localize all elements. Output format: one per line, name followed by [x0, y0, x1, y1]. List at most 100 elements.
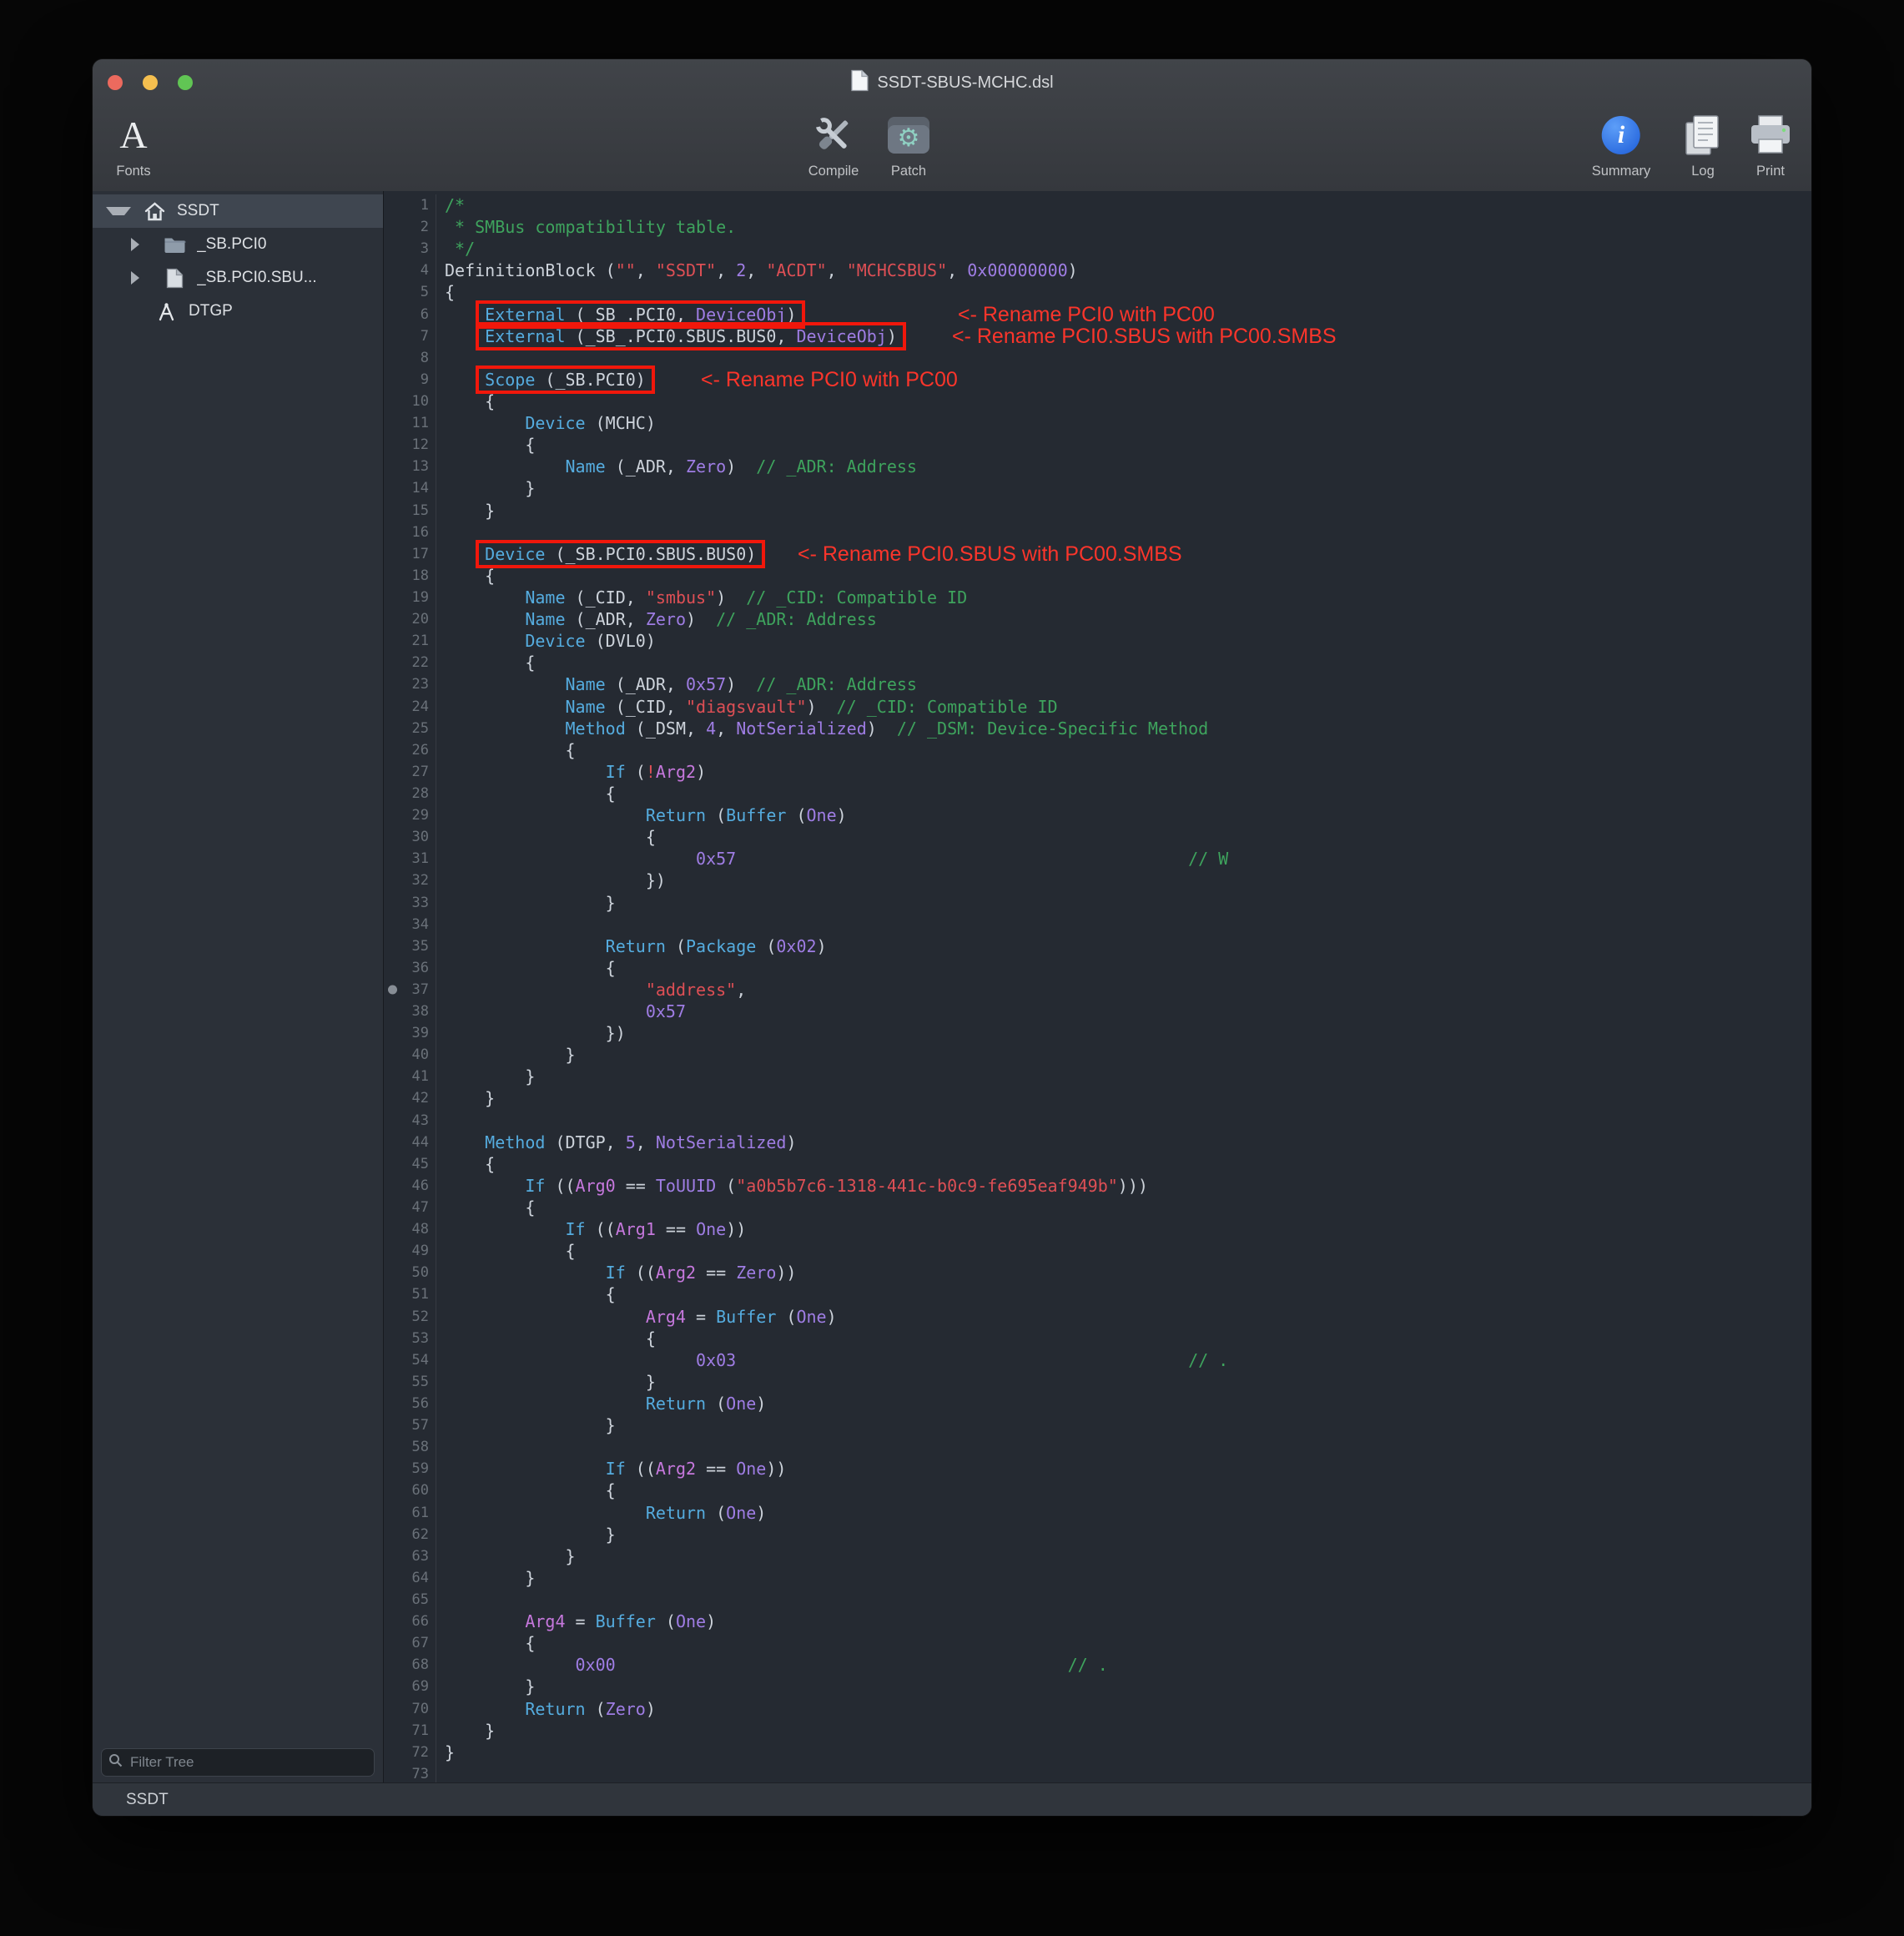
- code-text: Return (Buffer (One): [436, 804, 847, 826]
- line-number: 3: [384, 238, 436, 260]
- code-line[interactable]: 56 Return (One): [384, 1393, 1811, 1414]
- code-line[interactable]: 38 0x57: [384, 1001, 1811, 1022]
- line-number: 45: [384, 1153, 436, 1175]
- code-line[interactable]: 20 Name (_ADR, Zero) // _ADR: Address: [384, 608, 1811, 630]
- code-editor[interactable]: 1/*2 * SMBus compatibility table.3 */4De…: [384, 191, 1811, 1783]
- code-line[interactable]: 48 If ((Arg1 == One)): [384, 1218, 1811, 1240]
- code-line[interactable]: 14 }: [384, 477, 1811, 499]
- code-line[interactable]: 42 }: [384, 1087, 1811, 1109]
- code-line[interactable]: 31 0x57 // W: [384, 848, 1811, 870]
- sidebar-item-ssdt[interactable]: SSDT: [93, 194, 383, 228]
- code-line[interactable]: 11 Device (MCHC): [384, 412, 1811, 434]
- code-line[interactable]: 21 Device (DVL0): [384, 630, 1811, 652]
- sidebar-item-sb-pci0-sbu[interactable]: _SB.PCI0.SBU...: [93, 261, 383, 295]
- code-line[interactable]: 57 }: [384, 1414, 1811, 1436]
- sidebar-item-sb-pci0[interactable]: _SB.PCI0: [93, 228, 383, 261]
- code-line[interactable]: 40 }: [384, 1044, 1811, 1066]
- code-line[interactable]: 30 {: [384, 826, 1811, 848]
- code-line[interactable]: 28 {: [384, 783, 1811, 804]
- code-line[interactable]: 72}: [384, 1742, 1811, 1763]
- line-number: 23: [384, 673, 436, 695]
- code-line[interactable]: 50 If ((Arg2 == Zero)): [384, 1262, 1811, 1283]
- code-line[interactable]: 29 Return (Buffer (One): [384, 804, 1811, 826]
- code-line[interactable]: 41 }: [384, 1066, 1811, 1087]
- code-line[interactable]: 60 {: [384, 1480, 1811, 1501]
- code-line[interactable]: 63 }: [384, 1545, 1811, 1567]
- code-line[interactable]: 17 Device (_SB.PCI0.SBUS.BUS0)<- Rename …: [384, 543, 1811, 565]
- code-line[interactable]: 70 Return (Zero): [384, 1698, 1811, 1720]
- code-line[interactable]: 66 Arg4 = Buffer (One): [384, 1611, 1811, 1632]
- code-line[interactable]: 45 {: [384, 1153, 1811, 1175]
- disclosure-triangle-collapsed[interactable]: [131, 238, 151, 251]
- code-line[interactable]: 54 0x03 // .: [384, 1349, 1811, 1371]
- code-line[interactable]: 4DefinitionBlock ("", "SSDT", 2, "ACDT",…: [384, 260, 1811, 281]
- code-line[interactable]: 71 }: [384, 1720, 1811, 1742]
- code-line[interactable]: 67 {: [384, 1632, 1811, 1654]
- code-line[interactable]: 55 }: [384, 1371, 1811, 1393]
- code-line[interactable]: 13 Name (_ADR, Zero) // _ADR: Address: [384, 456, 1811, 477]
- disclosure-triangle-collapsed[interactable]: [131, 271, 151, 285]
- close-button[interactable]: [108, 75, 123, 90]
- print-button[interactable]: Print: [1749, 109, 1792, 179]
- code-line[interactable]: 27 If (!Arg2): [384, 761, 1811, 783]
- code-line[interactable]: 34: [384, 914, 1811, 935]
- code-line[interactable]: 61 Return (One): [384, 1502, 1811, 1524]
- log-button[interactable]: Log: [1683, 109, 1723, 179]
- minimize-button[interactable]: [143, 75, 158, 90]
- code-text: Method (DTGP, 5, NotSerialized): [436, 1132, 796, 1153]
- fonts-button[interactable]: A Fonts: [116, 109, 150, 179]
- line-number: 39: [384, 1022, 436, 1044]
- filter-field[interactable]: [101, 1748, 375, 1777]
- code-line[interactable]: 15 }: [384, 500, 1811, 522]
- code-line[interactable]: 36 {: [384, 957, 1811, 979]
- code-line[interactable]: 52 Arg4 = Buffer (One): [384, 1306, 1811, 1328]
- code-line[interactable]: 1/*: [384, 194, 1811, 216]
- code-line[interactable]: 68 0x00 // .: [384, 1654, 1811, 1676]
- code-line[interactable]: 33 }: [384, 892, 1811, 914]
- disclosure-triangle-expanded[interactable]: [106, 207, 131, 215]
- patch-button[interactable]: ⚙ Patch: [888, 109, 929, 179]
- line-number: 31: [384, 848, 436, 870]
- code-line[interactable]: 32 }): [384, 870, 1811, 891]
- code-text: Device (_SB.PCI0.SBUS.BUS0): [436, 543, 765, 565]
- sidebar-item-dtgp[interactable]: DTGP: [93, 295, 383, 328]
- code-line[interactable]: 51 {: [384, 1283, 1811, 1305]
- line-number: 21: [384, 630, 436, 652]
- code-line[interactable]: 9 Scope (_SB.PCI0)<- Rename PCI0 with PC…: [384, 369, 1811, 391]
- code-line[interactable]: 43: [384, 1110, 1811, 1132]
- summary-button[interactable]: i Summary: [1592, 109, 1651, 179]
- code-line[interactable]: 18 {: [384, 565, 1811, 587]
- code-line[interactable]: 64 }: [384, 1567, 1811, 1589]
- code-line[interactable]: 69 }: [384, 1676, 1811, 1697]
- code-line[interactable]: 46 If ((Arg0 == ToUUID ("a0b5b7c6-1318-4…: [384, 1175, 1811, 1197]
- code-line[interactable]: 3 */: [384, 238, 1811, 260]
- code-line[interactable]: 23 Name (_ADR, 0x57) // _ADR: Address: [384, 673, 1811, 695]
- code-line[interactable]: 7 External (_SB_.PCI0.SBUS.BUS0, DeviceO…: [384, 325, 1811, 347]
- code-line[interactable]: 19 Name (_CID, "smbus") // _CID: Compati…: [384, 587, 1811, 608]
- code-line[interactable]: 44 Method (DTGP, 5, NotSerialized): [384, 1132, 1811, 1153]
- line-number: 32: [384, 870, 436, 891]
- code-line[interactable]: 65: [384, 1589, 1811, 1611]
- zoom-button[interactable]: [178, 75, 193, 90]
- code-line[interactable]: 59 If ((Arg2 == One)): [384, 1458, 1811, 1480]
- code-line[interactable]: 39 }): [384, 1022, 1811, 1044]
- code-line[interactable]: 25 Method (_DSM, 4, NotSerialized) // _D…: [384, 718, 1811, 739]
- code-line[interactable]: 58: [384, 1436, 1811, 1458]
- code-line[interactable]: 24 Name (_CID, "diagsvault") // _CID: Co…: [384, 696, 1811, 718]
- code-line[interactable]: 73: [384, 1763, 1811, 1783]
- titlebar[interactable]: SSDT-SBUS-MCHC.dsl: [93, 59, 1811, 106]
- code-line[interactable]: 22 {: [384, 652, 1811, 673]
- code-line[interactable]: 37 "address",: [384, 979, 1811, 1001]
- compile-button[interactable]: Compile: [808, 109, 859, 179]
- code-line[interactable]: 62 }: [384, 1524, 1811, 1545]
- code-text: }: [436, 1087, 495, 1109]
- code-line[interactable]: 49 {: [384, 1240, 1811, 1262]
- code-line[interactable]: 47 {: [384, 1197, 1811, 1218]
- code-line[interactable]: 10 {: [384, 391, 1811, 412]
- code-line[interactable]: 53 {: [384, 1328, 1811, 1349]
- code-line[interactable]: 26 {: [384, 739, 1811, 761]
- filter-input[interactable]: [128, 1753, 367, 1772]
- code-line[interactable]: 35 Return (Package (0x02): [384, 935, 1811, 957]
- code-line[interactable]: 12 {: [384, 434, 1811, 456]
- code-line[interactable]: 2 * SMBus compatibility table.: [384, 216, 1811, 238]
